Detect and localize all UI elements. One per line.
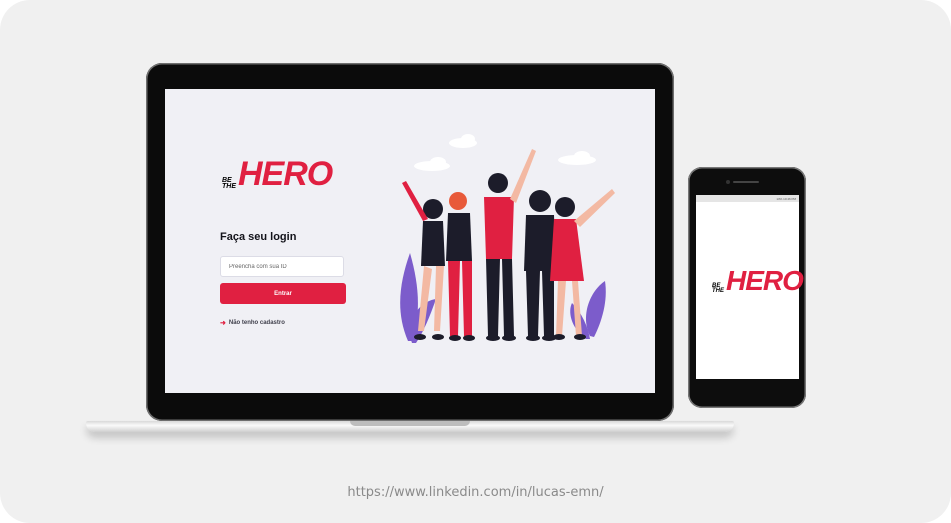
heroes-illustration: [400, 134, 615, 343]
logo-the: THE: [222, 183, 236, 191]
be-the-hero-logo: BE THE HERO: [222, 155, 333, 193]
logo-hero: HERO: [238, 155, 333, 193]
phone-status-text: 13% 10:46 PM: [776, 196, 796, 201]
phone-camera: [726, 180, 730, 184]
clouds: [414, 134, 596, 171]
phone-be-the-hero-logo: BE THE HERO: [712, 265, 804, 296]
id-input[interactable]: [220, 256, 344, 277]
phone-logo-hero: HERO: [726, 265, 804, 296]
login-title: Faça seu login: [220, 231, 297, 243]
login-button[interactable]: Entrar: [220, 283, 346, 304]
register-link-label: Não tenho cadastro: [228, 320, 285, 326]
register-link[interactable]: ➜ Não tenho cadastro: [220, 319, 285, 327]
showcase-background: BE THE HERO Faça seu login Entrar ➜ Não …: [0, 0, 951, 523]
laptop-screen: BE THE HERO Faça seu login Entrar ➜ Não …: [165, 89, 655, 393]
laptop-hinge-notch: [350, 421, 470, 426]
phone-speaker: [733, 181, 759, 183]
people-group: [402, 149, 615, 341]
phone-status-bar: 13% 10:46 PM: [696, 195, 799, 202]
phone-logo-the: THE: [712, 288, 724, 295]
phone-screen: 13% 10:46 PM BE THE HERO: [696, 195, 804, 379]
linkedin-url: https://www.linkedin.com/in/lucas-emn/: [347, 485, 604, 500]
log-in-arrow-icon: ➜: [220, 320, 226, 327]
